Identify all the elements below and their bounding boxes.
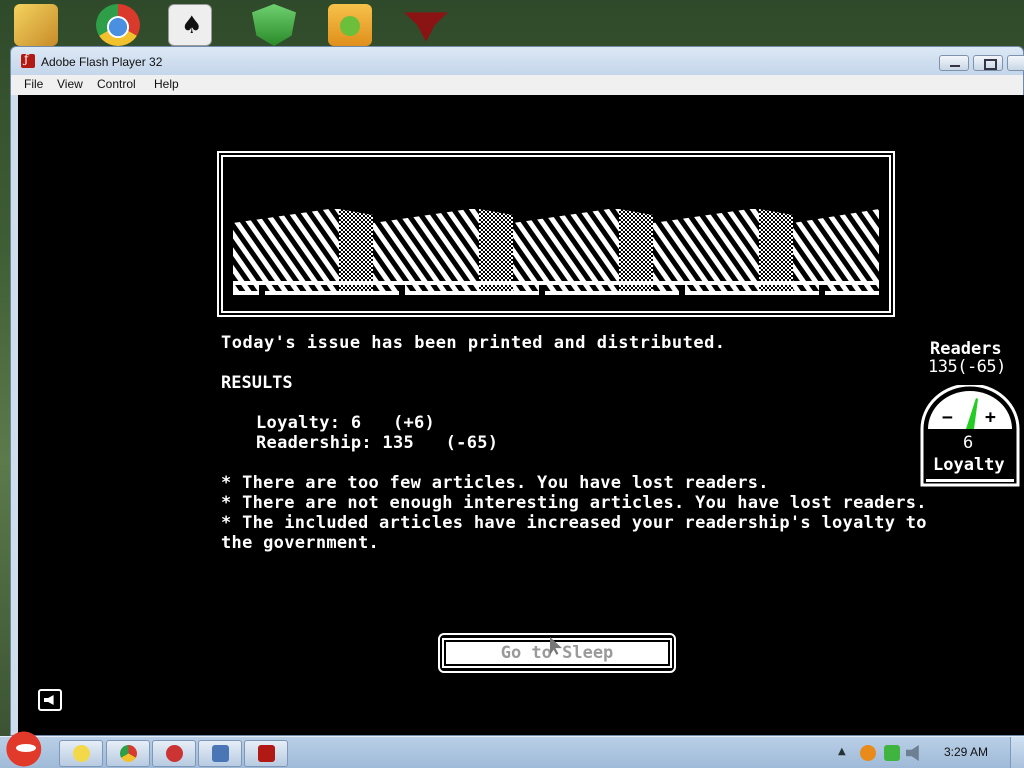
title-bar[interactable]: Adobe Flash Player 32 xyxy=(11,47,1024,75)
readers-label: Readers xyxy=(930,339,1002,359)
go-to-sleep-button[interactable]: Go to Sleep xyxy=(438,633,676,673)
tray-search-icon[interactable] xyxy=(860,745,876,761)
flash-app-icon xyxy=(21,52,35,68)
sound-toggle-icon[interactable] xyxy=(38,689,62,711)
result-note: the government. xyxy=(221,533,380,553)
bad-piggies-icon[interactable] xyxy=(328,4,372,46)
close-button[interactable] xyxy=(1007,55,1024,71)
blocked-app-icon xyxy=(166,745,183,762)
papers-please-icon[interactable] xyxy=(404,12,448,42)
menu-control[interactable]: Control xyxy=(97,77,136,91)
readership-result: Readership: 135 (-65) xyxy=(256,433,499,453)
maximize-button[interactable] xyxy=(973,55,1003,71)
issue-status-headline: Today's issue has been printed and distr… xyxy=(221,333,726,353)
show-desktop-button[interactable] xyxy=(1010,737,1024,768)
result-note: * There are not enough interesting artic… xyxy=(221,493,927,513)
taskbar-chrome[interactable] xyxy=(106,740,150,767)
flash-player-icon xyxy=(258,745,275,762)
taskbar-clock[interactable]: 3:29 AM xyxy=(944,745,988,759)
photo-folder-icon[interactable] xyxy=(14,4,58,46)
chrome-icon[interactable] xyxy=(96,4,140,46)
minimize-button[interactable] xyxy=(939,55,969,71)
loyalty-result: Loyalty: 6 (+6) xyxy=(256,413,436,433)
results-heading: RESULTS xyxy=(221,373,293,393)
taskbar-explorer[interactable] xyxy=(59,740,103,767)
chrome-icon xyxy=(120,745,137,762)
flash-stage: Today's issue has been printed and distr… xyxy=(18,95,1024,735)
result-note: * The included articles have increased y… xyxy=(221,513,927,533)
window-switcher-icon xyxy=(212,745,229,762)
explorer-icon xyxy=(73,745,90,762)
flash-player-window: Adobe Flash Player 32 File View Control … xyxy=(10,46,1024,736)
newspaper-stack-illustration xyxy=(229,163,883,305)
taskbar-window-switcher[interactable] xyxy=(198,740,242,767)
menu-file[interactable]: File xyxy=(24,77,43,91)
menu-help[interactable]: Help xyxy=(154,77,179,91)
window-title: Adobe Flash Player 32 xyxy=(41,55,163,69)
desktop-icon-strip xyxy=(0,0,1024,46)
security-shield-icon[interactable] xyxy=(252,4,296,46)
tray-volume-icon[interactable] xyxy=(906,745,919,761)
result-note: * There are too few articles. You have l… xyxy=(221,473,769,493)
printing-press-banner xyxy=(219,153,893,315)
taskbar-blocked-app[interactable] xyxy=(152,740,196,767)
loyalty-value: 6 xyxy=(963,433,974,453)
tray-expand-icon[interactable]: ▲ xyxy=(838,746,846,757)
solitaire-icon[interactable] xyxy=(168,4,212,46)
taskbar: ▲ 3:29 AM xyxy=(0,729,1024,768)
menu-bar: File View Control Help xyxy=(11,75,1023,95)
start-button-angry-bird-icon[interactable] xyxy=(4,729,48,768)
gauge-minus-icon: − xyxy=(942,407,953,428)
loyalty-label: Loyalty xyxy=(933,455,1005,475)
taskbar-flash-player[interactable] xyxy=(244,740,288,767)
tray-battery-icon[interactable] xyxy=(884,745,900,761)
readers-count: 135(-65) xyxy=(928,357,1006,377)
gauge-plus-icon: + xyxy=(985,407,996,428)
menu-view[interactable]: View xyxy=(57,77,83,91)
